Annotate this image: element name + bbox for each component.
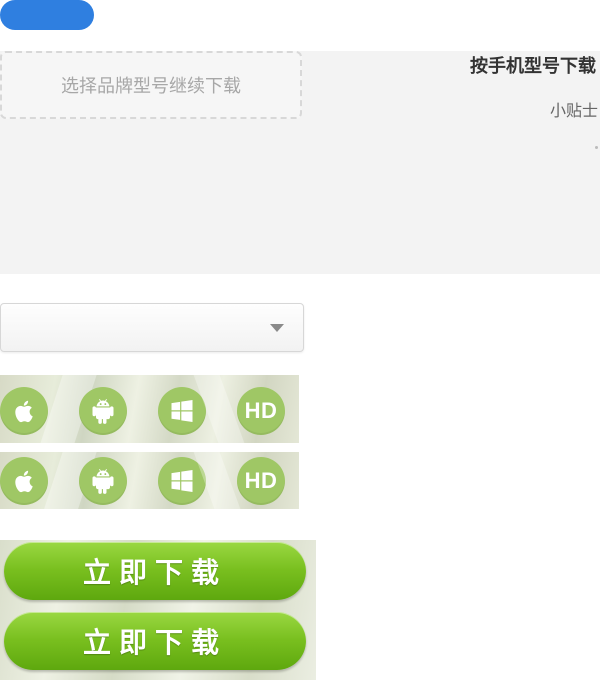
download-now-button-hover[interactable]: 立即下载 <box>4 612 306 670</box>
dropdown-arrow-icon <box>270 324 284 332</box>
platform-icons-row-1: HD <box>0 375 299 443</box>
panel-dot <box>595 146 598 149</box>
platform-icons-row-2: HD <box>0 452 299 509</box>
brand-model-prompt: 选择品牌型号继续下载 <box>61 76 241 97</box>
windows-icon[interactable] <box>158 457 206 505</box>
blue-pill-button[interactable] <box>0 0 94 30</box>
download-buttons-panel: 立即下载 立即下载 <box>0 540 316 680</box>
android-icon[interactable] <box>79 457 127 505</box>
download-now-button[interactable]: 立即下载 <box>4 542 306 600</box>
windows-icon[interactable] <box>158 387 206 435</box>
apple-icon[interactable] <box>0 457 48 505</box>
tips-label: 小贴士 <box>549 101 598 120</box>
apple-icon[interactable] <box>0 387 48 435</box>
android-icon[interactable] <box>79 387 127 435</box>
model-select[interactable] <box>0 303 304 352</box>
brand-model-picker[interactable]: 选择品牌型号继续下载 <box>0 51 302 119</box>
hd-icon[interactable]: HD <box>237 457 285 505</box>
download-by-phone-model-title: 按手机型号下载 <box>470 56 596 77</box>
hd-icon[interactable]: HD <box>237 387 285 435</box>
